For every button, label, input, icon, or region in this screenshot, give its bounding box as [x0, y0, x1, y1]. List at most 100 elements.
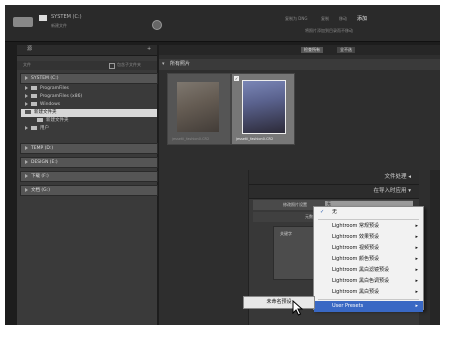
menu-item[interactable]: User Presets ▸ [314, 301, 423, 312]
menu-item-label: Lightroom 效果预设 [332, 234, 380, 240]
expand-triangle-icon[interactable] [25, 187, 28, 192]
all-photos-header[interactable]: ▾ 所有照片 [159, 59, 440, 70]
source-panel: 源 + 文件 包含子文件夹 SYSTEM (C:) ProgramFiles P… [17, 45, 158, 325]
expand-triangle-icon[interactable] [25, 145, 28, 150]
folder-label: 新建文件夹 [34, 110, 57, 115]
folder-icon [31, 85, 37, 90]
menu-item-label: Lightroom 颜色预设 [332, 256, 380, 262]
drive-system[interactable]: SYSTEM (C:) [20, 73, 158, 84]
folder-icon [37, 117, 43, 122]
thumbnail-cell[interactable]: jessetii_fashion0.CR2 [167, 73, 231, 145]
keywords-label: 关键字 [280, 231, 292, 236]
menu-item-label: Lightroom 黑白滤镜预设 [332, 267, 390, 273]
folder-item[interactable]: 用户 [25, 125, 153, 133]
menu-item[interactable]: Lightroom 黑白滤镜预设 ▸ [314, 265, 423, 276]
photo-thumbnail[interactable] [177, 82, 219, 132]
drive-label: DESIGN (E:) [31, 160, 58, 165]
folder-item[interactable]: ProgramFiles (x86) [25, 93, 153, 101]
folder-item[interactable]: Windows [25, 101, 153, 109]
mouse-cursor-icon [292, 300, 304, 316]
menu-item[interactable]: Lightroom 颜色预设 ▸ [314, 254, 423, 265]
arrow-circle-icon[interactable] [152, 20, 162, 30]
submenu-arrow-icon: ▸ [415, 245, 418, 251]
menu-item-label: Lightroom 黑白色调预设 [332, 278, 390, 284]
folder-label: 用户 [40, 126, 49, 131]
mode-add[interactable]: 添加 [357, 16, 367, 23]
disk-badge-icon [39, 15, 47, 21]
submenu-arrow-icon: ▸ [415, 289, 418, 295]
expand-triangle-icon[interactable] [25, 125, 28, 130]
submenu-arrow-icon: ▸ [415, 278, 418, 284]
folder-icon [31, 93, 37, 98]
import-mode-bar: 复制为 DNG 复制 移动 添加 [285, 16, 435, 24]
file-row: 文件 包含子文件夹 [17, 61, 157, 70]
menu-item-label: 无 [332, 209, 338, 215]
expand-triangle-icon[interactable] [25, 173, 28, 178]
user-presets-submenu-item[interactable]: 未命名预设 [243, 296, 315, 309]
folder-label: ProgramFiles (x86) [40, 94, 83, 99]
folder-icon [31, 101, 37, 106]
folder-item-selected[interactable]: 新建文件夹 [21, 109, 157, 117]
drive-temp[interactable]: TEMP (D:) [20, 143, 158, 154]
menu-item[interactable]: Lightroom 视频预设 ▸ [314, 243, 423, 254]
menu-item-label: User Presets [332, 303, 364, 309]
import-top-bar: SYSTEM (C:) 新建文件 复制为 DNG 复制 移动 添加 将照片添加到… [5, 5, 440, 42]
photo-thumbnail[interactable] [242, 80, 286, 134]
expand-triangle-icon[interactable] [25, 93, 28, 98]
check-all-button[interactable]: 检查所有 [301, 47, 323, 53]
source-drive-label[interactable]: SYSTEM (C:) [51, 14, 82, 21]
drive-design[interactable]: DESIGN (E:) [20, 157, 158, 168]
drive-system-label: SYSTEM (C:) [31, 76, 59, 81]
menu-item-label: Lightroom 黑白预设 [332, 289, 380, 295]
submenu-arrow-icon: ▸ [415, 303, 418, 309]
menu-item[interactable]: Lightroom 效果预设 ▸ [314, 232, 423, 243]
folder-label: ProgramFiles [40, 86, 69, 91]
expand-triangle-icon[interactable] [25, 101, 28, 106]
apply-during-import-header[interactable]: 在导入时应用 ▾ [249, 185, 419, 199]
drive-icon [13, 17, 33, 27]
expand-triangle-icon[interactable] [25, 85, 28, 90]
submenu-arrow-icon: ▸ [415, 234, 418, 240]
menu-item[interactable]: ✓ 无 [314, 207, 423, 218]
drive-label: 下载 (F:) [31, 174, 49, 179]
file-label: 文件 [23, 62, 31, 67]
expand-triangle-icon[interactable] [25, 75, 28, 80]
expand-triangle-icon[interactable] [25, 159, 28, 164]
source-drive-sublabel: 新建文件 [51, 23, 67, 28]
menu-item-label: Lightroom 视频预设 [332, 245, 380, 251]
add-source-icon[interactable]: + [147, 46, 151, 53]
expand-triangle-icon[interactable]: ▾ [162, 61, 165, 68]
mode-description: 将照片添加到目录而不移动 [305, 28, 353, 33]
menu-item-label: Lightroom 常规预设 [332, 223, 380, 229]
checkbox-checked-icon[interactable]: ✓ [234, 76, 239, 81]
mode-copy-dng[interactable]: 复制为 DNG [285, 16, 307, 22]
mode-move[interactable]: 移动 [339, 16, 347, 22]
develop-settings-label: 修改照片设置 [283, 202, 307, 207]
panel-scrollbar[interactable] [430, 170, 440, 325]
menu-item[interactable]: Lightroom 黑白预设 ▸ [314, 287, 423, 298]
uncheck-all-button[interactable]: 全不选 [337, 47, 355, 53]
menu-separator [318, 219, 419, 220]
subfolder-label: 新建文件夹 [46, 118, 69, 123]
folder-item[interactable]: ProgramFiles [25, 85, 153, 93]
drive-download[interactable]: 下载 (F:) [20, 171, 158, 182]
menu-item[interactable]: Lightroom 常规预设 ▸ [314, 221, 423, 232]
checkmark-icon: ✓ [320, 209, 325, 215]
drive-docs[interactable]: 文档 (G:) [20, 185, 158, 196]
all-photos-title: 所有照片 [170, 61, 191, 67]
thumbnail-filename: jessetii_fashion0.CR2 [172, 137, 210, 141]
menu-item-list: ✓ 无 Lightroom 常规预设 ▸ Lightroom 效果预设 ▸ Lightroo… [314, 207, 423, 312]
mode-copy[interactable]: 复制 [321, 16, 329, 22]
file-handling-header[interactable]: 文件处理 ◂ [249, 170, 419, 185]
submenu-arrow-icon: ▸ [415, 223, 418, 229]
source-panel-header: 源 + [17, 45, 157, 56]
subfolder-item[interactable]: 新建文件夹 [25, 117, 153, 125]
menu-item[interactable]: Lightroom 黑白色调预设 ▸ [314, 276, 423, 287]
drive-label: TEMP (D:) [31, 146, 54, 151]
menu-separator [318, 299, 419, 300]
thumbnail-cell-selected[interactable]: ✓ jessetii_fashion0.CR2 [231, 73, 295, 145]
thumbnail-filename: jessetii_fashion0.CR2 [236, 137, 274, 141]
folder-icon [31, 125, 37, 130]
include-subfolders-checkbox[interactable] [109, 63, 115, 69]
folder-label: Windows [40, 102, 61, 107]
